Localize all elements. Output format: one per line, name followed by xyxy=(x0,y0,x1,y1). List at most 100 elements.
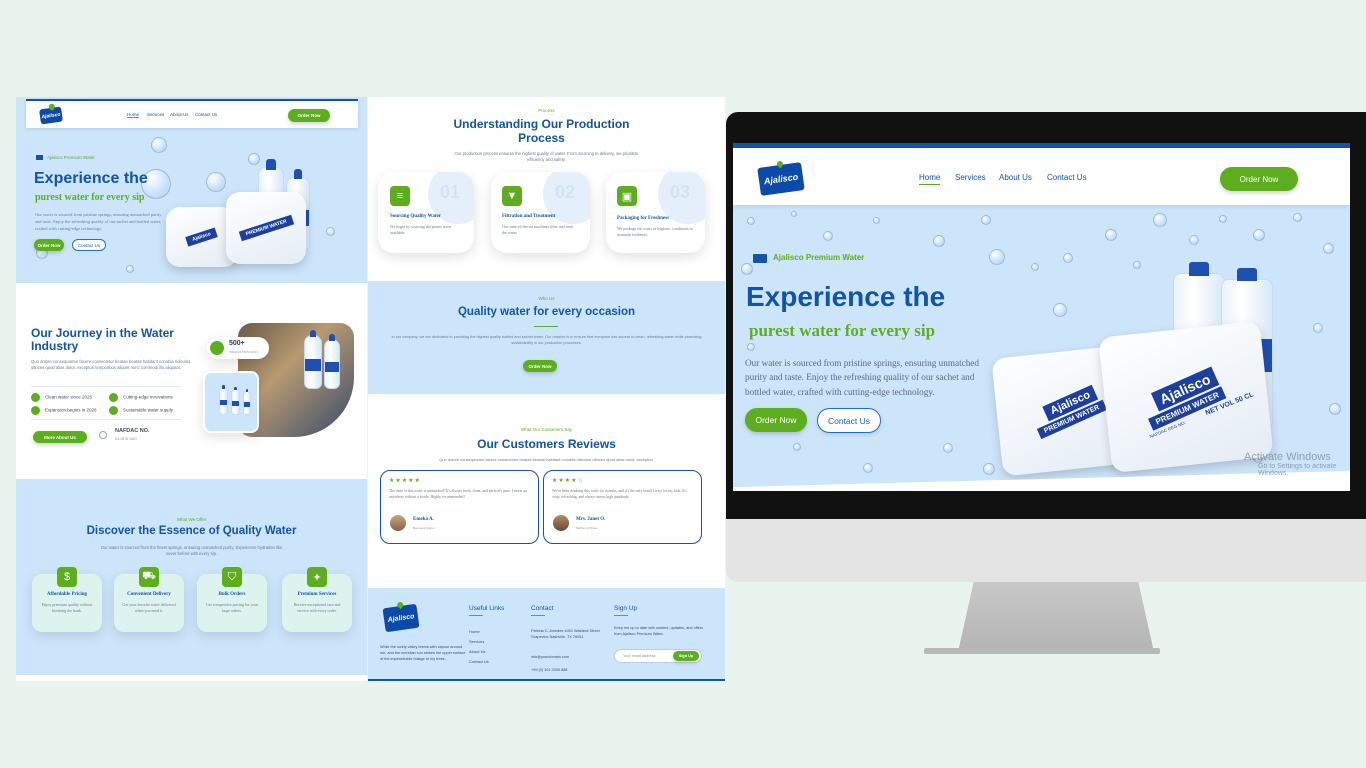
hero-subtitle: purest water for every sip xyxy=(35,192,145,203)
hero-subtitle: purest water for every sip xyxy=(749,321,936,340)
monitor-screen: Ajalisco Home Services About Us Contact … xyxy=(733,143,1350,491)
review-text: The taste of this water is unmatched! It… xyxy=(389,489,528,499)
hero-order-button[interactable]: Order Now xyxy=(745,408,807,432)
footer-link[interactable]: Home xyxy=(469,629,480,634)
nav-about-link[interactable]: About Us xyxy=(170,112,189,117)
hero-title: Experience the xyxy=(746,281,946,312)
nav-services-link[interactable]: Services xyxy=(955,173,986,182)
process-body: Our production process ensures the highe… xyxy=(454,151,639,163)
hero-contact-button[interactable]: Contact Us xyxy=(817,408,881,433)
step-text: Our state-of-the-art machines filter and… xyxy=(502,224,573,235)
journey-body: Quo dolore consequuntur facere consectet… xyxy=(31,359,191,371)
nav-order-button[interactable]: Order Now xyxy=(1220,167,1298,191)
footer-section: Ajalisco While the lovely valley teems w… xyxy=(368,588,725,681)
stat-icon xyxy=(210,341,224,355)
reviewer-role: Business Owner xyxy=(413,526,435,530)
offer-card[interactable]: ✦ Premium Services Receive exceptional c… xyxy=(282,567,352,632)
process-step-card[interactable]: 02 ▼ Filtration and Treatment Our state-… xyxy=(491,172,590,253)
offer-card[interactable]: $ Affordable Pricing Enjoy premium quali… xyxy=(32,567,102,632)
reviews-eyebrow: What Our Customers Say xyxy=(520,427,573,432)
offer-title: Discover the Essence of Quality Water xyxy=(86,525,297,537)
hero-body: Our water is sourced from pristine sprin… xyxy=(35,212,162,231)
footer-link[interactable]: About Us xyxy=(469,649,485,654)
footer-about: While the lovely valley teems with vapou… xyxy=(380,645,466,662)
quality-title: Quality water for every occasion xyxy=(457,306,636,318)
nafdac-icon xyxy=(99,431,107,439)
reviews-body: Quo dolore consequuntur facere consectet… xyxy=(439,457,654,462)
contact-email[interactable]: info@yourdomain.com xyxy=(531,655,569,659)
contact-address: Patricia C. Amedee 4401 Waldeck Street G… xyxy=(531,629,600,640)
quality-body: In our company, we are dedicated to prov… xyxy=(391,335,702,345)
hero-contact-button[interactable]: Contact Us xyxy=(72,239,106,251)
nav-about-link[interactable]: About Us xyxy=(999,173,1032,182)
more-about-button[interactable]: More About Us xyxy=(33,431,87,443)
nav-order-button[interactable]: Order Now xyxy=(288,109,330,122)
reviewer-name: Emeka A. xyxy=(413,517,434,522)
activate-windows-watermark: Activate Windows Go to Settings to activ… xyxy=(1244,451,1337,477)
review-card: ★★★★☆ We've been drinking this water for… xyxy=(543,470,702,544)
badge-icon xyxy=(753,254,767,263)
list-icon: ≡ xyxy=(390,186,410,206)
reviews-title: Our Customers Reviews xyxy=(477,437,616,451)
nafdac-title: NAFDAC NO. xyxy=(115,428,150,434)
rating-stars: ★★★★★ xyxy=(389,478,421,484)
middle-column-preview: Process Understanding Our Production Pro… xyxy=(368,97,725,681)
contact-title: Contact xyxy=(531,605,554,612)
links-title: Useful Links xyxy=(469,605,505,612)
nav-contact-link[interactable]: Contact Us xyxy=(1047,173,1087,182)
footer-logo[interactable]: Ajalisco xyxy=(382,603,420,633)
offer-card-text: Get competitive pricing for your large o… xyxy=(206,602,258,613)
rating-stars: ★★★★☆ xyxy=(552,478,584,484)
process-step-card[interactable]: 03 ▣ Packaging for Freshness We package … xyxy=(606,172,705,253)
offer-card-text: Enjoy premium quality without breaking t… xyxy=(41,602,93,613)
offer-card-text: Receive exceptional care and service wit… xyxy=(293,602,341,613)
quality-eyebrow: Who Us xyxy=(538,296,555,301)
stat-value: 500+ xyxy=(229,340,245,347)
avatar xyxy=(553,515,569,531)
service-icon: ✦ xyxy=(307,567,327,587)
brand-logo[interactable]: Ajalisco xyxy=(39,106,63,125)
hero-body: Our water is sourced from pristine sprin… xyxy=(745,358,979,397)
step-text: We begin by sourcing the purest water av… xyxy=(390,224,452,235)
nav-home-link[interactable]: Home xyxy=(127,112,140,118)
step-number: 03 xyxy=(670,182,691,202)
journey-title: Our Journey in the Water Industry xyxy=(31,326,174,354)
navbar-small: Ajalisco Home Services About Us Contact … xyxy=(26,101,358,128)
production-stat-card: 500+ PRODUCTION DAILY xyxy=(207,337,269,359)
truck-icon: ⛟ xyxy=(139,567,159,587)
journey-feature: Cutting-edge innovations xyxy=(109,393,173,402)
hero-title: Experience the xyxy=(34,170,148,187)
nav-home-link[interactable]: Home xyxy=(919,173,941,185)
cart-icon: ⛉ xyxy=(222,567,242,587)
offer-card-title: Premium Services xyxy=(297,592,337,597)
monitor-stand-base xyxy=(924,648,1160,654)
nav-contact-link[interactable]: Contact Us xyxy=(195,112,217,117)
hero-order-button[interactable]: Order Now xyxy=(34,239,64,251)
footer-link[interactable]: Services xyxy=(469,639,484,644)
journey-feature: Sustainable water supply xyxy=(109,406,173,415)
journey-small-photo xyxy=(203,371,259,433)
hero-badge: Ajalisco Premium Water xyxy=(753,253,864,263)
nav-services-link[interactable]: Services xyxy=(147,112,164,117)
offer-card[interactable]: ⛟ Convenient Delivery Get your favorite … xyxy=(114,567,184,632)
signup-button[interactable]: Sign Up xyxy=(673,651,699,661)
stat-label: PRODUCTION DAILY xyxy=(229,350,259,354)
offer-body: Our water is sourced from the finest spr… xyxy=(100,545,283,557)
brand-logo[interactable]: Ajalisco xyxy=(757,162,805,196)
nafdac-number: A1-0876 NAG xyxy=(115,437,137,441)
footer-link[interactable]: Contact Us xyxy=(469,659,489,664)
step-title: Sourcing Quality Water xyxy=(390,214,441,219)
signup-title: Sign Up xyxy=(614,605,638,612)
quality-order-button[interactable]: Order Now xyxy=(523,360,557,372)
contact-phone[interactable]: +99 (0) 101 0000 888 xyxy=(531,668,567,672)
offer-card-title: Bulk Orders xyxy=(218,592,246,597)
left-column-preview: Ajalisco Home Services About Us Contact … xyxy=(16,97,367,681)
reviewer-name: Mrs. Janet O. xyxy=(576,517,606,522)
step-number: 02 xyxy=(555,182,576,202)
step-title: Packaging for Freshness xyxy=(617,216,670,221)
avatar xyxy=(390,515,406,531)
offer-card[interactable]: ⛉ Bulk Orders Get competitive pricing fo… xyxy=(197,567,267,632)
offer-section: What We Offer Discover the Essence of Qu… xyxy=(16,479,367,675)
process-step-card[interactable]: 01 ≡ Sourcing Quality Water We begin by … xyxy=(378,172,474,253)
reviews-section: What Our Customers Say Our Customers Rev… xyxy=(368,394,725,588)
